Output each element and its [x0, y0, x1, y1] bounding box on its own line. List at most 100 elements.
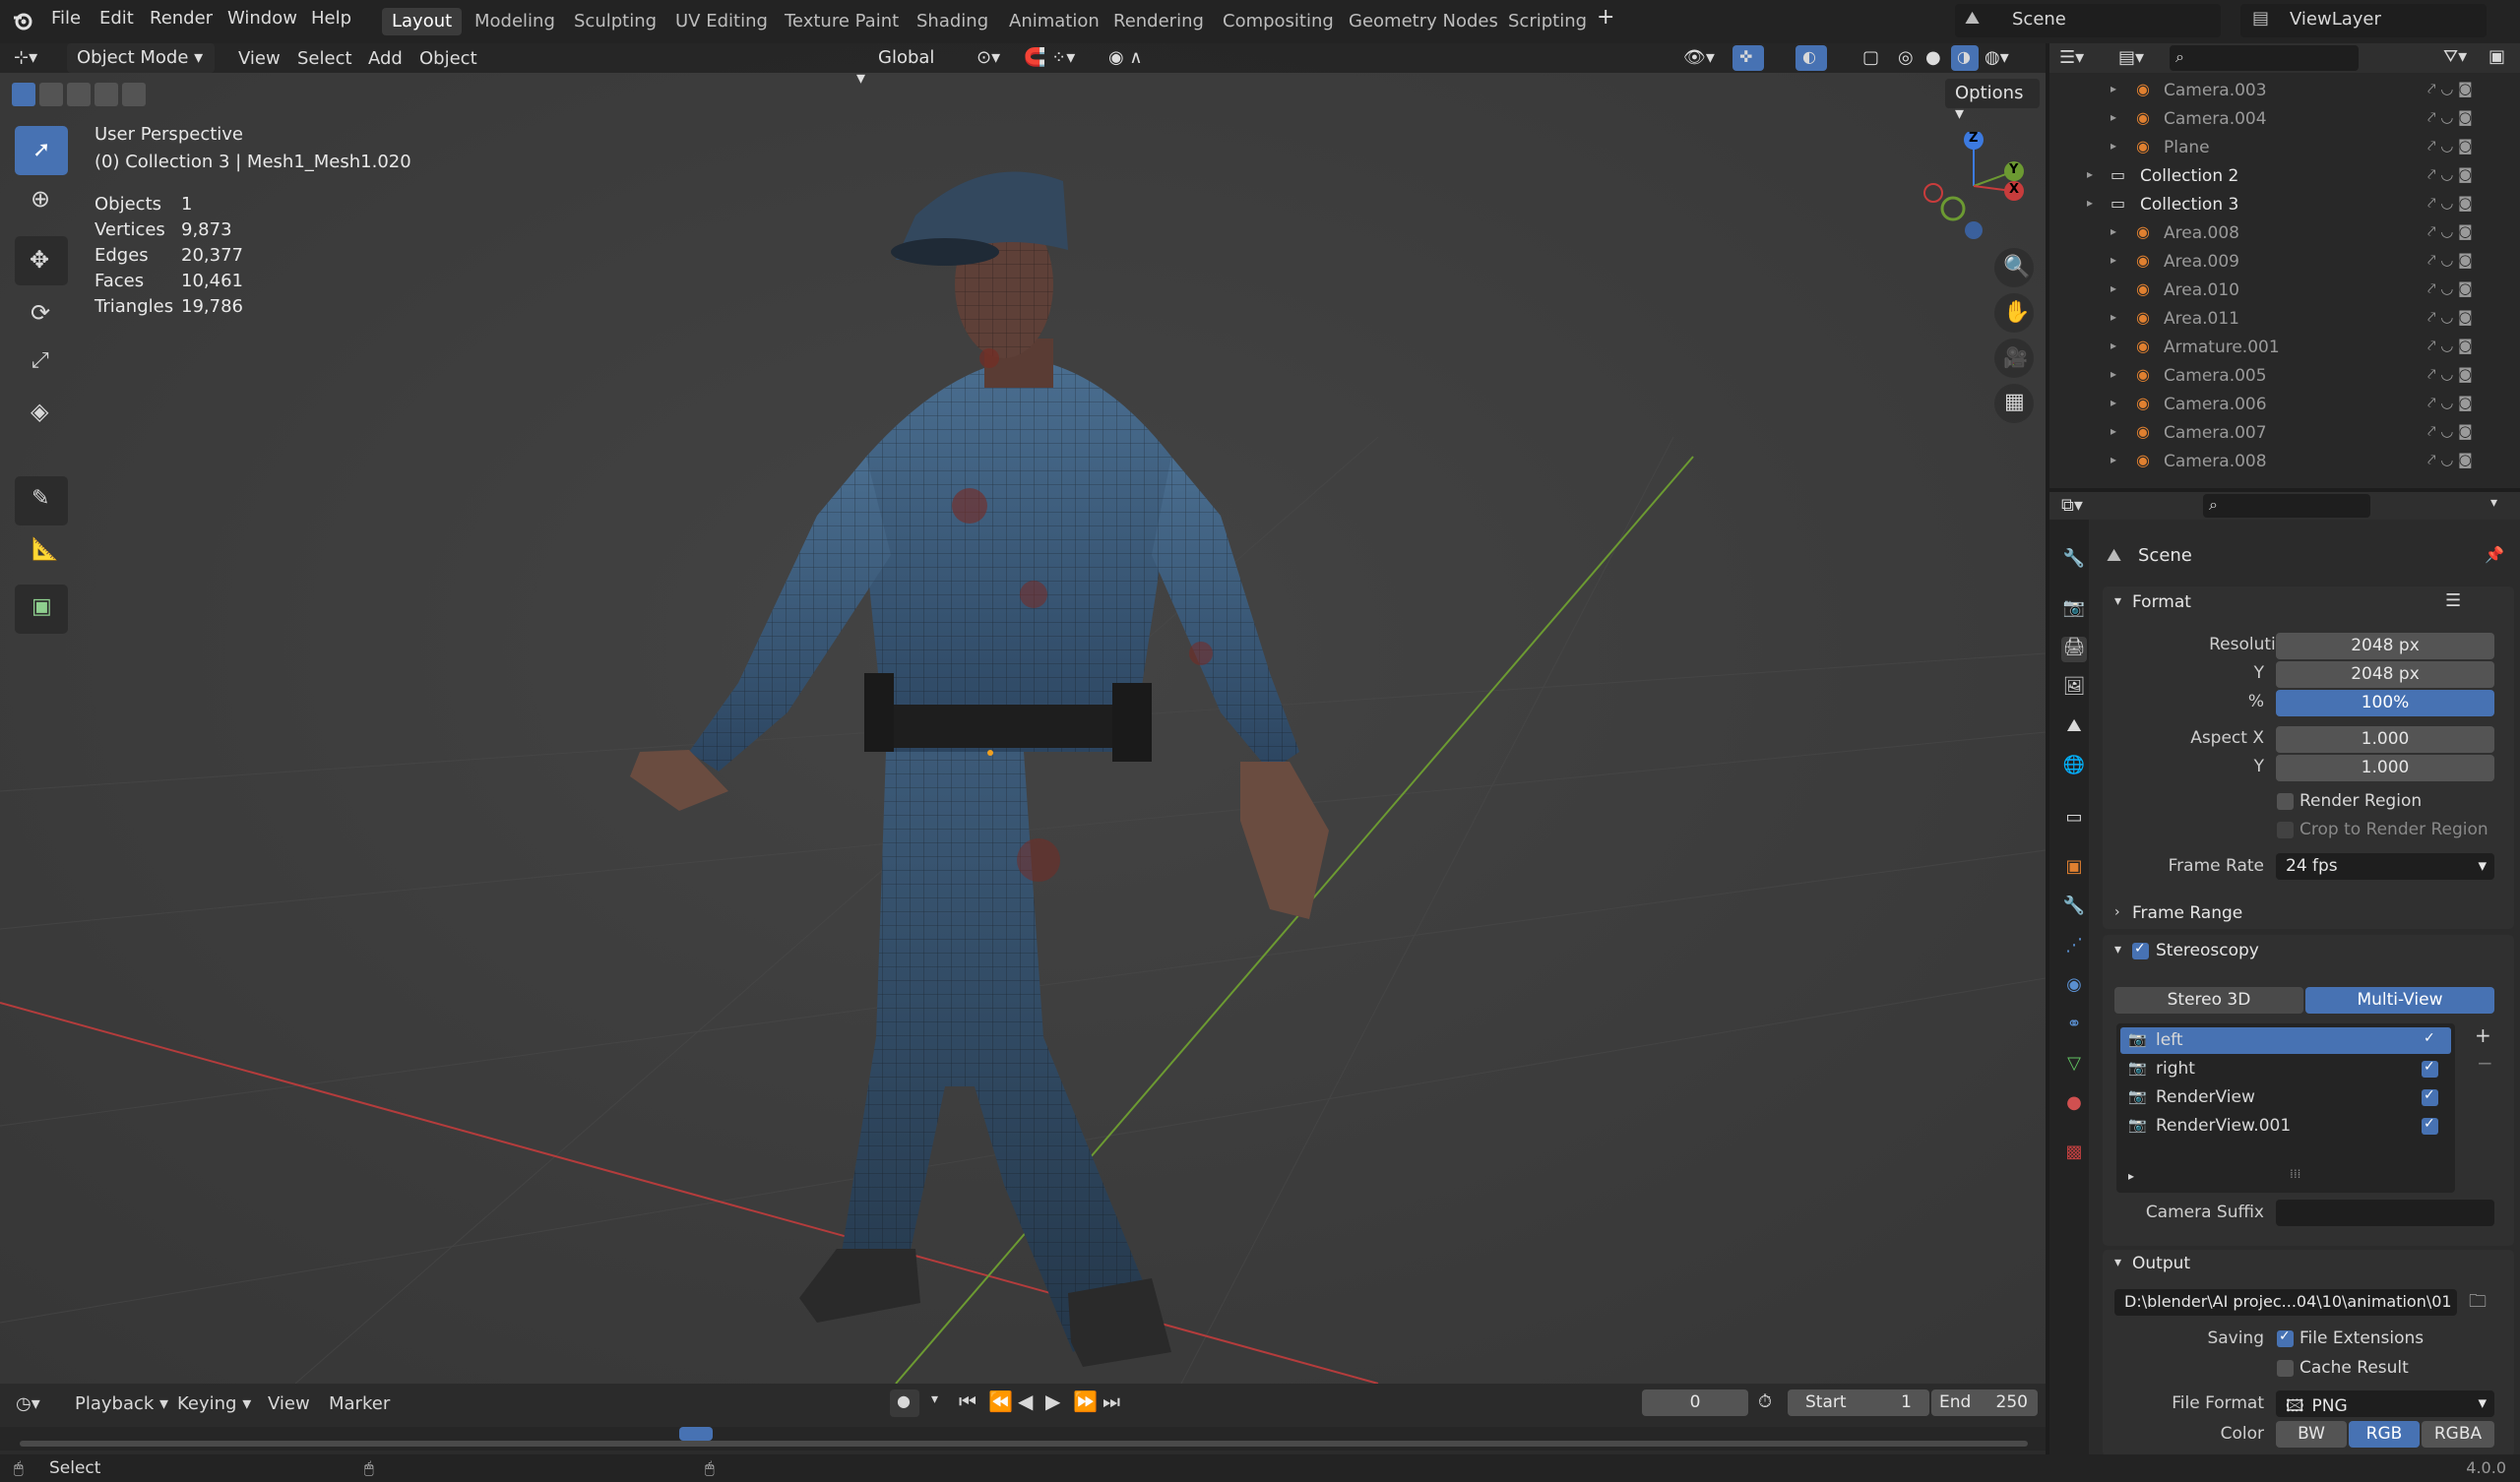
tab-shading[interactable]: Shading [907, 8, 998, 35]
scale-tool[interactable]: ⤢ [15, 339, 68, 388]
color-rgba-button[interactable]: RGBA [2422, 1421, 2494, 1448]
menu-window[interactable]: Window [227, 8, 297, 29]
collection-tab-icon[interactable]: ▭ [2061, 807, 2087, 833]
resolution-y-field[interactable]: 2048 px [2276, 661, 2494, 688]
render-region-checkbox[interactable] [2277, 793, 2294, 810]
start-frame-field[interactable]: Start 1 [1788, 1389, 1929, 1416]
tab-layout[interactable]: Layout [382, 8, 463, 35]
jump-keyframe-forward-icon[interactable]: ⏩ [1073, 1389, 1098, 1413]
expand-arrow-icon[interactable]: ▸ [2087, 167, 2093, 181]
stereoscopy-chevron-icon[interactable]: ▾ [2114, 942, 2121, 957]
ortho-toggle-button[interactable]: ▦ [1994, 384, 2034, 423]
format-title[interactable]: Format [2132, 592, 2191, 612]
restriction-toggles-icon[interactable]: ⤤ ◡ ◙ [2427, 222, 2473, 240]
editor-type-icon[interactable]: ⊹▾ [14, 47, 37, 68]
menu-add[interactable]: Add [368, 48, 403, 69]
expand-arrow-icon[interactable]: ▸ [2087, 196, 2093, 210]
menu-object[interactable]: Object [419, 48, 477, 69]
view-enabled-checkbox[interactable] [2422, 1030, 2438, 1049]
menu-select[interactable]: Select [297, 48, 352, 69]
expand-arrow-icon[interactable]: ▸ [2110, 139, 2116, 153]
play-icon[interactable]: ▶ [1045, 1389, 1060, 1413]
add-view-icon[interactable]: + [2475, 1023, 2491, 1047]
tab-rendering[interactable]: Rendering [1103, 8, 1214, 35]
solid-shading-icon[interactable]: ● [1925, 47, 1941, 68]
tab-texture-paint[interactable]: Texture Paint [775, 8, 909, 35]
stereo-3d-button[interactable]: Stereo 3D [2114, 987, 2303, 1014]
restriction-toggles-icon[interactable]: ⤤ ◡ ◙ [2427, 451, 2473, 468]
output-title[interactable]: Output [2132, 1254, 2190, 1273]
outliner-row[interactable]: ▸ ◉ Area.009 ⤤ ◡ ◙ [2049, 248, 2520, 277]
pin-icon[interactable]: 📌 [2485, 545, 2504, 564]
physics-tab-icon[interactable]: ◉ [2061, 974, 2087, 1000]
object-tab-icon[interactable]: ▣ [2061, 856, 2087, 882]
properties-search[interactable]: ⌕ [2203, 494, 2370, 518]
timeline-scrubber[interactable] [0, 1427, 2046, 1451]
restriction-toggles-icon[interactable]: ⤤ ◡ ◙ [2427, 251, 2473, 269]
current-frame-field[interactable]: 0 [1642, 1389, 1748, 1416]
playhead[interactable] [679, 1427, 713, 1441]
viewlayer-selector[interactable]: ViewLayer ▤ [2240, 4, 2487, 37]
restriction-toggles-icon[interactable]: ⤤ ◡ ◙ [2427, 308, 2473, 326]
restriction-toggles-icon[interactable]: ⤤ ◡ ◙ [2427, 108, 2473, 126]
stereoscopy-title[interactable]: Stereoscopy [2156, 941, 2259, 960]
tool-tab-icon[interactable]: 🔧 [2061, 548, 2087, 574]
restriction-toggles-icon[interactable]: ⤤ ◡ ◙ [2427, 422, 2473, 440]
xray-icon[interactable]: ▢ [1862, 47, 1879, 68]
jump-keyframe-back-icon[interactable]: ⏪ [988, 1389, 1013, 1413]
frame-rate-dropdown[interactable]: 24 fps ▾ [2276, 853, 2494, 880]
play-reverse-icon[interactable]: ◀ [1018, 1389, 1033, 1413]
restriction-toggles-icon[interactable]: ⤤ ◡ ◙ [2427, 337, 2473, 354]
aspect-x-field[interactable]: 1.000 [2276, 726, 2494, 753]
outliner-row[interactable]: ▸ ◉ Area.011 ⤤ ◡ ◙ [2049, 305, 2520, 334]
outliner-editor-icon[interactable]: ☰▾ [2059, 47, 2084, 68]
expand-arrow-icon[interactable]: ▸ [2110, 453, 2116, 466]
tab-modeling[interactable]: Modeling [465, 8, 565, 35]
view-item[interactable]: 📷 RenderView [2120, 1084, 2451, 1111]
material-tab-icon[interactable]: ● [2061, 1092, 2087, 1118]
data-tab-icon[interactable]: ▽ [2061, 1053, 2087, 1079]
measure-tool[interactable]: 📐 [15, 527, 68, 577]
expand-arrow-icon[interactable]: ▸ [2110, 82, 2116, 95]
color-rgb-button[interactable]: RGB [2349, 1421, 2420, 1448]
output-chevron-icon[interactable]: ▾ [2114, 1255, 2121, 1270]
select-box-tool[interactable]: ➚ [15, 126, 68, 175]
file-extensions-checkbox[interactable] [2277, 1328, 2294, 1347]
tab-scripting[interactable]: Scripting [1498, 8, 1597, 35]
aspect-y-field[interactable]: 1.000 [2276, 755, 2494, 781]
gizmo-toggle[interactable]: ✜ [1732, 45, 1764, 71]
select-invert-icon[interactable] [122, 83, 146, 106]
snap-icon[interactable]: 🧲 ⁘▾ [1024, 47, 1075, 68]
select-intersect-icon[interactable] [94, 83, 118, 106]
format-chevron-icon[interactable]: ▾ [2114, 593, 2121, 609]
restriction-toggles-icon[interactable]: ⤤ ◡ ◙ [2427, 194, 2473, 212]
restriction-toggles-icon[interactable]: ⤤ ◡ ◙ [2427, 80, 2473, 97]
outliner-row[interactable]: ▸ ▭ Collection 3 ⤤ ◡ ◙ [2049, 191, 2520, 219]
modifier-tab-icon[interactable]: 🔧 [2061, 895, 2087, 921]
blender-logo-icon[interactable] [12, 10, 33, 31]
rendered-shading-icon[interactable]: ◍▾ [1984, 47, 2009, 68]
outliner-row[interactable]: ▸ ◉ Camera.004 ⤤ ◡ ◙ [2049, 105, 2520, 134]
menu-edit[interactable]: Edit [99, 8, 134, 29]
render-tab-icon[interactable]: 📷 [2061, 597, 2087, 623]
presets-list-icon[interactable]: ☰ [2445, 590, 2461, 611]
mode-dropdown[interactable]: Object Mode ▾ [67, 43, 215, 73]
file-format-dropdown[interactable]: 🖾 PNG ▾ [2276, 1390, 2494, 1417]
expand-arrow-icon[interactable]: ▸ [2110, 339, 2116, 352]
expand-arrow-icon[interactable]: ▸ [2110, 253, 2116, 267]
outliner-row[interactable]: ▸ ◉ Camera.006 ⤤ ◡ ◙ [2049, 391, 2520, 419]
view-item[interactable]: 📷 right [2120, 1056, 2451, 1082]
add-cube-tool[interactable]: ▣ [15, 585, 68, 634]
keying-set-chevron-icon[interactable]: ▾ [931, 1391, 938, 1407]
outliner-row[interactable]: ▸ ◉ Plane ⤤ ◡ ◙ [2049, 134, 2520, 162]
list-expand-icon[interactable]: ▸ [2128, 1169, 2134, 1183]
expand-arrow-icon[interactable]: ▸ [2110, 367, 2116, 381]
rotate-tool[interactable]: ⟳ [15, 289, 68, 339]
proportional-edit-icon[interactable]: ◉ ∧ [1108, 47, 1143, 68]
select-new-icon[interactable] [12, 83, 35, 106]
tab-geometry-nodes[interactable]: Geometry Nodes [1339, 8, 1508, 35]
select-mode-group[interactable] [12, 83, 150, 108]
select-subtract-icon[interactable] [67, 83, 91, 106]
stopwatch-icon[interactable]: ⏱ [1758, 1391, 1772, 1412]
filter-icon[interactable]: ⛛▾ [2443, 46, 2467, 67]
